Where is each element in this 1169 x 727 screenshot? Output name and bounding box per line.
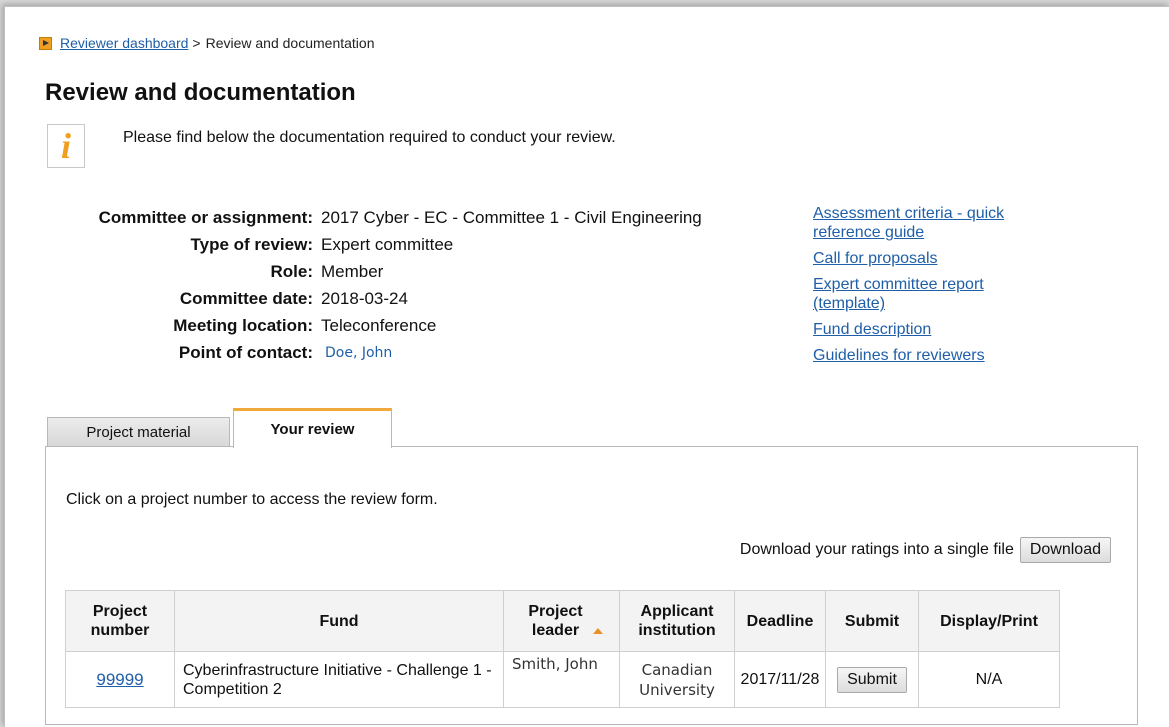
breadcrumb-link-reviewer-dashboard[interactable]: Reviewer dashboard [60, 35, 188, 51]
link-fund-description[interactable]: Fund description [813, 320, 1053, 339]
project-number-link[interactable]: 99999 [96, 670, 143, 689]
link-assessment-criteria[interactable]: Assessment criteria - quick reference gu… [813, 204, 1053, 242]
detail-label: Meeting location: [173, 315, 313, 335]
link-expert-committee-report[interactable]: Expert committee report (template) [813, 275, 1053, 313]
col-header-deadline[interactable]: Deadline [734, 590, 826, 652]
detail-label: Committee date: [179, 288, 313, 308]
detail-label: Role: [270, 261, 314, 281]
table-header-row: Project number Fund Project leader Appli… [65, 590, 1060, 652]
link-call-for-proposals[interactable]: Call for proposals [813, 249, 1053, 268]
tab-project-material[interactable]: Project material [47, 417, 230, 447]
cell-deadline: 2017/11/28 [734, 651, 826, 708]
download-text: Download your ratings into a single file [739, 541, 1014, 558]
cell-display-print: N/A [918, 651, 1060, 708]
breadcrumb-separator: > [192, 35, 201, 51]
detail-label: Type of review: [190, 234, 314, 254]
detail-row-type: Type of review: Expert committee [45, 231, 702, 258]
detail-row-date: Committee date: 2018-03-24 [45, 285, 702, 312]
cell-fund: Cyberinfrastructure Initiative - Challen… [174, 651, 504, 708]
detail-value: Teleconference [321, 315, 437, 335]
breadcrumb: Reviewer dashboard > Review and document… [39, 35, 374, 51]
point-of-contact-link[interactable]: Doe, John [325, 345, 392, 361]
col-header-display-print: Display/Print [918, 590, 1060, 652]
detail-value: 2018-03-24 [321, 288, 408, 308]
page-frame: Reviewer dashboard > Review and document… [4, 6, 1169, 727]
detail-value: Expert committee [321, 234, 454, 254]
detail-row-location: Meeting location: Teleconference [45, 312, 702, 339]
col-header-project-number[interactable]: Project number [65, 590, 175, 652]
detail-value: 2017 Cyber - EC - Committee 1 - Civil En… [321, 207, 702, 227]
cell-project-number: 99999 [65, 651, 175, 708]
col-header-applicant-institution[interactable]: Applicant institution [619, 590, 735, 652]
link-guidelines-for-reviewers[interactable]: Guidelines for reviewers [813, 346, 1053, 365]
submit-button[interactable]: Submit [837, 666, 907, 693]
info-icon: i [47, 124, 85, 168]
detail-label: Point of contact: [178, 342, 313, 362]
download-button[interactable]: Download [1019, 537, 1111, 563]
table-row: 99999 Cyberinfrastructure Initiative - C… [65, 651, 1060, 708]
detail-value: Member [321, 261, 384, 281]
cell-project-leader: Smith, John [503, 651, 620, 708]
detail-row-role: Role: Member [45, 258, 702, 285]
download-row: Download your ratings into a single file… [740, 537, 1111, 563]
col-header-project-leader[interactable]: Project leader [503, 590, 620, 652]
your-review-panel: Click on a project number to access the … [45, 446, 1138, 725]
detail-label: Committee or assignment: [98, 207, 313, 227]
play-arrow-icon [39, 36, 52, 50]
projects-table: Project number Fund Project leader Appli… [65, 590, 1060, 708]
col-header-submit: Submit [825, 590, 919, 652]
panel-instruction: Click on a project number to access the … [66, 491, 438, 508]
cell-submit: Submit [825, 651, 919, 708]
col-header-fund[interactable]: Fund [174, 590, 504, 652]
breadcrumb-current: Review and documentation [205, 35, 375, 51]
page-title: Review and documentation [45, 79, 356, 106]
detail-row-committee: Committee or assignment: 2017 Cyber - EC… [45, 204, 702, 231]
review-details: Committee or assignment: 2017 Cyber - EC… [45, 204, 702, 366]
sort-ascending-icon [592, 627, 603, 634]
detail-row-contact: Point of contact: Doe, John [45, 339, 702, 366]
cell-applicant-institution: Canadian University [619, 651, 735, 708]
resource-links: Assessment criteria - quick reference gu… [813, 204, 1053, 372]
tab-your-review[interactable]: Your review [233, 408, 392, 448]
info-message: Please find below the documentation requ… [123, 129, 616, 146]
